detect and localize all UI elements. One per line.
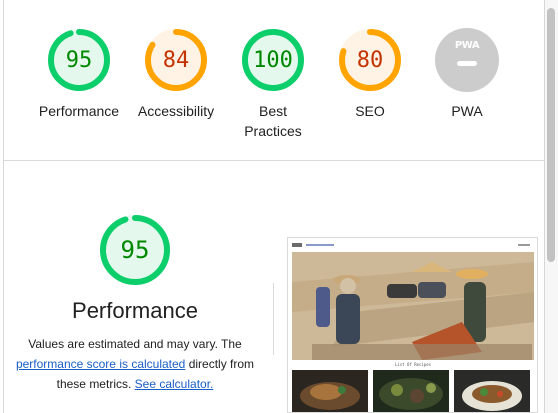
food-image (292, 370, 368, 412)
gauge-label-best-practices: Best Practices (218, 101, 328, 141)
screenshot-caption: List Of Recipes (394, 362, 432, 367)
food-thumbnail (454, 370, 530, 412)
gauge-label-pwa: PWA (451, 103, 483, 119)
performance-description: Values are estimated and may vary. The p… (8, 334, 262, 394)
screenshot-thumbnails (292, 370, 536, 412)
pwa-dash-icon (457, 61, 477, 66)
gauge-best-practices[interactable]: 100 (241, 28, 305, 92)
food-thumbnail (292, 370, 368, 412)
screenshot-logo (292, 243, 302, 247)
gauge-label-performance: Performance (38, 103, 120, 119)
screenshot-nav-right (518, 244, 530, 246)
food-image (373, 370, 449, 412)
gauge-seo[interactable]: 80 (338, 28, 402, 92)
performance-score: 95 (120, 236, 150, 264)
screenshot-hero-image (292, 252, 534, 360)
performance-gauge-large: 95 (99, 214, 171, 286)
food-image (454, 370, 530, 412)
gauge-score: 84 (162, 47, 190, 73)
gauge-score: 100 (253, 47, 293, 73)
gauge-performance[interactable]: 95 (47, 28, 111, 92)
gauge-score: 80 (356, 47, 384, 73)
food-thumbnail (373, 370, 449, 412)
description-text: Values are estimated and may vary. The (28, 337, 242, 351)
scrollbar-thumb[interactable] (547, 8, 555, 262)
section-divider (4, 160, 544, 161)
panel-left-border (3, 0, 4, 413)
gauge-label-seo: SEO (355, 103, 385, 119)
performance-title: Performance (72, 298, 198, 323)
pwa-badge-icon (435, 28, 499, 92)
gauge-accessibility[interactable]: 84 (144, 28, 208, 92)
gauge-label-line: Practices (244, 123, 302, 139)
see-calculator-link[interactable]: See calculator. (135, 377, 214, 391)
hero-illustration (292, 252, 534, 360)
gauge-score: 95 (65, 47, 93, 73)
screenshot-navbar (292, 243, 532, 249)
vertical-divider (273, 283, 274, 355)
gauge-label-line: Best (258, 103, 287, 119)
page-screenshot-thumbnail: List Of Recipes (287, 237, 538, 413)
pwa-badge-text: PWA (454, 40, 480, 51)
gauge-pwa[interactable]: PWA (435, 28, 499, 92)
performance-score-link[interactable]: performance score is calculated (16, 357, 185, 371)
gauge-label-accessibility: Accessibility (137, 103, 215, 119)
screenshot-nav-links (306, 244, 334, 246)
